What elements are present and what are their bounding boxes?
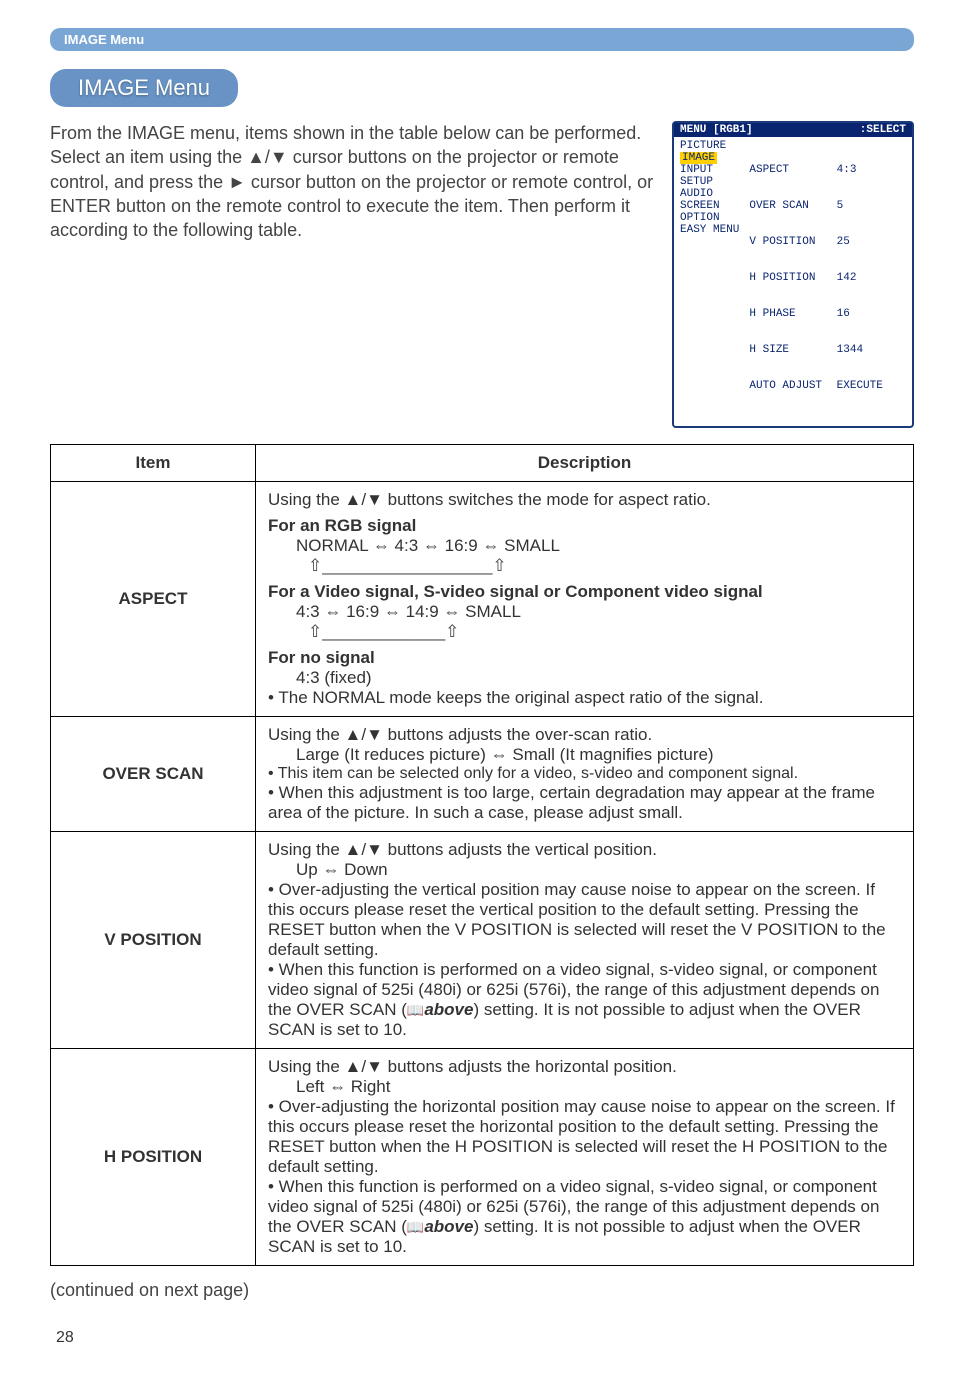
aspect-nosig-label: For no signal xyxy=(268,648,901,668)
osd-right-label: H SIZE xyxy=(749,344,828,356)
desc-line: Up ⇔ Down xyxy=(268,860,901,880)
book-icon xyxy=(407,1000,424,1019)
desc-line: • When this function is performed on a v… xyxy=(268,1177,901,1257)
section-header-label: IMAGE Menu xyxy=(64,32,144,47)
osd-right-value: 5 xyxy=(837,200,916,212)
col-header-desc: Description xyxy=(256,445,914,482)
osd-right-value: 1344 xyxy=(837,344,916,356)
aspect-rgb-line: NORMAL ⇔ 4:3 ⇔ 16:9 ⇔ SMALL xyxy=(268,536,901,556)
table-row: ASPECT Using the ▲/▼ buttons switches th… xyxy=(51,482,914,717)
menu-title-text: IMAGE Menu xyxy=(78,75,210,100)
aspect-intro: Using the ▲/▼ buttons switches the mode … xyxy=(268,490,901,510)
aspect-video-line: 4:3 ⇔ 16:9 ⇔ 14:9 ⇔ SMALL xyxy=(268,602,901,622)
osd-left-item: SETUP xyxy=(680,176,739,188)
section-header: IMAGE Menu xyxy=(50,28,914,51)
intro-text: From the IMAGE menu, items shown in the … xyxy=(50,121,654,242)
osd-left-item: PICTURE xyxy=(680,140,739,152)
osd-right-label: H POSITION xyxy=(749,272,828,284)
osd-preview: MENU [RGB1] :SELECT PICTURE IMAGE INPUT … xyxy=(672,121,914,428)
desc-line: Using the ▲/▼ buttons adjusts the over-s… xyxy=(268,725,901,745)
osd-right-label: V POSITION xyxy=(749,236,828,248)
table-row: V POSITION Using the ▲/▼ buttons adjusts… xyxy=(51,832,914,1049)
osd-left-item: AUDIO xyxy=(680,188,739,200)
row-desc: Using the ▲/▼ buttons adjusts the over-s… xyxy=(256,717,914,832)
osd-right-value: 142 xyxy=(837,272,916,284)
osd-right-value: 25 xyxy=(837,236,916,248)
osd-header-left: MENU [RGB1] xyxy=(680,124,753,136)
desc-line: Using the ▲/▼ buttons adjusts the vertic… xyxy=(268,840,901,860)
desc-line: • When this function is performed on a v… xyxy=(268,960,901,1040)
desc-line: • When this adjustment is too large, cer… xyxy=(268,783,901,823)
row-label: ASPECT xyxy=(51,482,256,717)
intro-p1: From the IMAGE menu, items shown in the … xyxy=(50,121,654,145)
continued-note: (continued on next page) xyxy=(50,1280,914,1301)
osd-left-item: EASY MENU xyxy=(680,224,739,236)
desc-line: • Over-adjusting the horizontal position… xyxy=(268,1097,901,1177)
aspect-nosig-line: 4:3 (fixed) xyxy=(268,668,901,688)
osd-right-label: OVER SCAN xyxy=(749,200,828,212)
osd-left-item: INPUT xyxy=(680,164,739,176)
osd-right-value: 16 xyxy=(837,308,916,320)
desc-line: Left ⇔ Right xyxy=(268,1077,901,1097)
osd-right-col: ASPECT OVER SCAN V POSITION H POSITION H… xyxy=(749,140,915,416)
osd-right-label: AUTO ADJUST xyxy=(749,380,828,392)
desc-line: • Over-adjusting the vertical position m… xyxy=(268,880,901,960)
intro-p2: Select an item using the ▲/▼ cursor butt… xyxy=(50,145,654,242)
row-label: V POSITION xyxy=(51,832,256,1049)
table-row: OVER SCAN Using the ▲/▼ buttons adjusts … xyxy=(51,717,914,832)
book-icon xyxy=(407,1217,424,1236)
table-row: H POSITION Using the ▲/▼ buttons adjusts… xyxy=(51,1049,914,1266)
desc-line: • This item can be selected only for a v… xyxy=(268,765,901,783)
settings-table: Item Description ASPECT Using the ▲/▼ bu… xyxy=(50,444,914,1266)
col-header-item: Item xyxy=(51,445,256,482)
aspect-rgb-label: For an RGB signal xyxy=(268,516,901,536)
loop-arrow-icon: ⇧_____________⇧ xyxy=(268,622,901,642)
aspect-video-label: For a Video signal, S-video signal or Co… xyxy=(268,582,901,602)
osd-left-col: PICTURE IMAGE INPUT SETUP AUDIO SCREEN O… xyxy=(680,140,739,416)
desc-line: Large (It reduces picture) ⇔ Small (It m… xyxy=(268,745,901,765)
row-desc: Using the ▲/▼ buttons adjusts the vertic… xyxy=(256,832,914,1049)
osd-right-label: H PHASE xyxy=(749,308,828,320)
desc-line: Using the ▲/▼ buttons adjusts the horizo… xyxy=(268,1057,901,1077)
osd-header-right: :SELECT xyxy=(860,124,906,136)
row-desc: Using the ▲/▼ buttons switches the mode … xyxy=(256,482,914,717)
osd-left-item: OPTION xyxy=(680,212,739,224)
osd-right-value: 4:3 xyxy=(837,164,916,176)
osd-left-item: SCREEN xyxy=(680,200,739,212)
osd-right-value: EXECUTE xyxy=(837,380,916,392)
row-desc: Using the ▲/▼ buttons adjusts the horizo… xyxy=(256,1049,914,1266)
osd-left-item-active: IMAGE xyxy=(680,152,717,164)
page-number: 28 xyxy=(56,1329,914,1347)
aspect-note: • The NORMAL mode keeps the original asp… xyxy=(268,688,901,708)
menu-title-pill: IMAGE Menu xyxy=(50,69,238,107)
loop-arrow-icon: ⇧__________________⇧ xyxy=(268,556,901,576)
row-label: H POSITION xyxy=(51,1049,256,1266)
row-label: OVER SCAN xyxy=(51,717,256,832)
osd-right-label: ASPECT xyxy=(749,164,828,176)
